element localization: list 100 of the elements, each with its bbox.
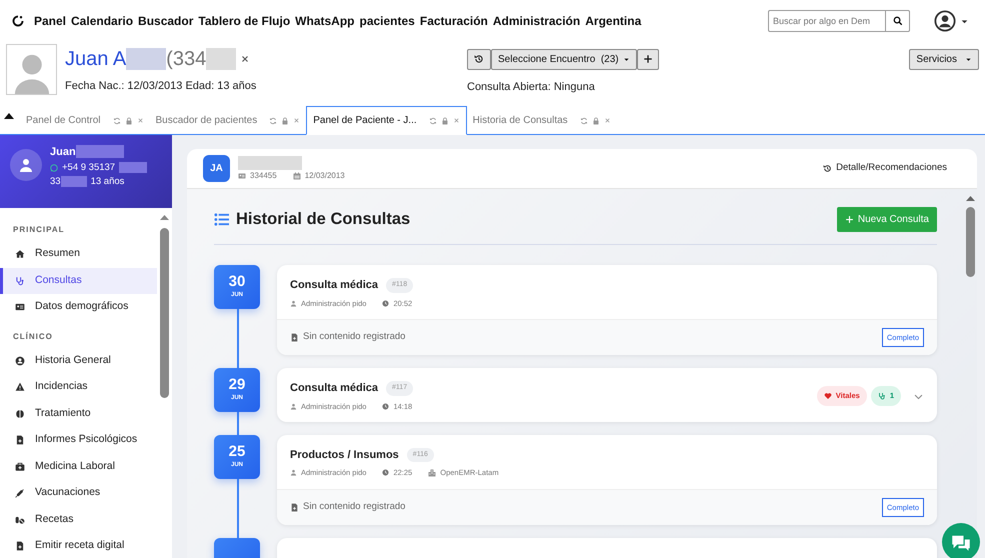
tab[interactable]: Panel de Paciente - J... [306, 106, 467, 135]
list-icon [214, 212, 229, 227]
lock-icon [592, 116, 600, 124]
stethoscope-icon [878, 392, 886, 400]
initials-avatar: JA [203, 155, 230, 182]
sidebar-item[interactable]: Consultas [0, 268, 157, 294]
nav-menu-item[interactable]: Administración [492, 12, 580, 30]
file-icon [15, 541, 25, 552]
sidebar-item[interactable]: Historia General [0, 348, 157, 374]
id-card-icon [238, 172, 246, 180]
user-icon [290, 469, 297, 476]
home-icon [15, 249, 25, 260]
detail-link[interactable]: Detalle/Recomendaciones [823, 161, 947, 176]
nav-menu-item[interactable]: Argentina [585, 12, 642, 30]
birth-date: 12/03/2013 [304, 170, 345, 182]
nav-menu-item[interactable]: Tablero de Flujo [198, 12, 290, 30]
nav-menu-item[interactable]: Facturación [420, 12, 488, 30]
patient-name: Juan A [65, 47, 126, 72]
empty-content-text: Sin contenido registrado [303, 330, 406, 344]
search-button[interactable] [886, 10, 910, 32]
redacted-block [119, 162, 148, 174]
logo-icon[interactable] [12, 15, 24, 27]
section-heading: CLÍNICO [12, 330, 54, 342]
sidebar-item[interactable]: Emitir receta digital [0, 533, 157, 558]
sidebar-item[interactable]: Resumen [0, 241, 157, 268]
collapse-icon[interactable] [4, 112, 14, 120]
plus-icon [844, 215, 854, 224]
profile-phone: +54 9 35137 [62, 160, 116, 175]
clock-icon [382, 469, 390, 476]
close-icon [293, 117, 300, 124]
nav-menu-item[interactable]: Buscador [138, 12, 194, 30]
sidebar-item[interactable]: Informes Psicológicos [0, 427, 157, 454]
caret-icon [965, 56, 972, 63]
open-consult-text: Consulta Abierta: Ninguna [467, 80, 596, 95]
section-title: Historial de Consultas [236, 209, 410, 230]
sidebar-item[interactable]: Recetas [0, 506, 157, 533]
user-icon [290, 300, 297, 307]
profile-id: 33 [50, 174, 61, 188]
scrollbar[interactable] [160, 228, 169, 398]
profile-age: 13 años [90, 174, 124, 188]
nav-menu-item[interactable]: pacientes [360, 12, 415, 30]
lock-icon [281, 116, 290, 124]
services-dropdown[interactable]: Servicios [909, 49, 979, 70]
whatsapp-icon [50, 164, 58, 172]
clock-icon [382, 300, 390, 307]
file-icon [290, 332, 299, 342]
clock-icon [382, 402, 390, 410]
scroll-up-icon[interactable] [966, 195, 975, 201]
nav-menu-item[interactable]: Calendario [71, 12, 134, 30]
pills-icon [15, 514, 25, 525]
refresh-icon [269, 116, 278, 124]
nav-menu-item[interactable]: WhatsApp [295, 12, 354, 30]
building-icon [428, 468, 436, 477]
user-icon [290, 402, 297, 410]
refresh-icon [112, 116, 120, 124]
scrollbar[interactable] [966, 207, 975, 277]
add-button[interactable] [636, 49, 659, 70]
patient-id: (334 [166, 47, 206, 72]
empty-content-text: Sin contenido registrado [303, 500, 406, 514]
sidebar-item[interactable]: Incidencias [0, 374, 157, 400]
redacted-block [206, 48, 236, 70]
birth-age-text: Fecha Nac.: 12/03/2013 Edad: 13 años [65, 79, 258, 94]
history-icon [823, 164, 832, 173]
file-icon [290, 502, 299, 512]
heart-icon [824, 392, 832, 400]
tab[interactable]: Historia de Consultas [466, 107, 617, 134]
redacted-block [60, 176, 87, 188]
sidebar-item[interactable]: Tratamiento [0, 400, 157, 427]
refresh-icon [580, 116, 588, 124]
stethoscope-icon [15, 276, 25, 286]
refresh-icon [428, 116, 437, 124]
history-button[interactable] [467, 49, 491, 70]
tab[interactable]: Buscador de pacientes [150, 107, 306, 134]
caret-icon [622, 56, 630, 63]
calendar-icon [292, 172, 301, 180]
document-number: 334455 [250, 170, 277, 182]
file-icon [15, 435, 25, 446]
syringe-icon [15, 488, 25, 498]
lock-icon [124, 116, 132, 124]
tab[interactable]: Panel de Control [20, 107, 150, 134]
sidebar-item[interactable]: Vacunaciones [0, 480, 157, 506]
history-icon [474, 54, 484, 64]
consult-title: Productos / Insumos [290, 448, 399, 463]
avatar-icon [10, 149, 42, 181]
consult-title: Consulta médica [290, 381, 378, 396]
scroll-up-icon[interactable] [160, 214, 169, 220]
user-avatar-icon [934, 10, 956, 32]
id-card-icon [15, 302, 25, 312]
nav-menu-item[interactable]: Panel [34, 12, 66, 30]
person-icon [15, 356, 25, 366]
search-field[interactable]: Buscar por algo en Dem [768, 10, 886, 32]
sidebar-item[interactable]: Datos demográficos [0, 294, 157, 320]
close-icon [240, 54, 250, 64]
sidebar-item[interactable]: Medicina Laboral [0, 454, 157, 480]
user-menu[interactable] [934, 10, 969, 32]
close-icon [452, 117, 460, 124]
encounter-dropdown[interactable]: Seleccione Encuentro (23) [491, 49, 637, 70]
redacted-block [126, 48, 166, 70]
redacted-block [238, 156, 302, 170]
close-icon [604, 117, 611, 124]
